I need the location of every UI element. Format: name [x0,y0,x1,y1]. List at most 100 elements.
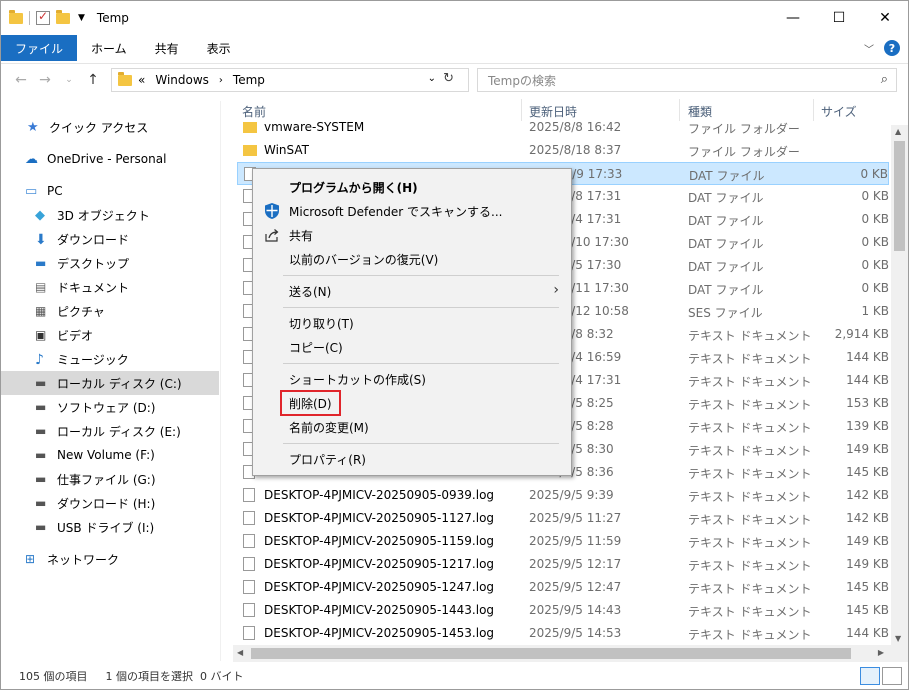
nav-item[interactable]: ▤ ドキュメント [1,275,219,299]
expand-ribbon-icon[interactable]: ﹀ [864,41,874,56]
nav-item[interactable]: ▬ New Volume (F:) [1,443,219,467]
address-bar[interactable]: « Windows › Temp ⌄ ↻ [111,68,469,92]
tab-share[interactable]: 共有 [141,35,193,61]
table-row[interactable]: WinSAT 2025/8/18 8:37 ファイル フォルダー [237,139,889,162]
maximize-button[interactable]: ☐ [816,1,862,35]
cell-type: テキスト ドキュメント [688,582,812,596]
quick-access-toolbar-dropdown-icon[interactable]: ▼ [78,13,85,23]
cell-date: 2025/8/8 16:42 [529,120,622,134]
tab-file[interactable]: ファイル [1,35,78,61]
nav-item-label: ネットワーク [47,552,120,567]
search-icon[interactable]: ⌕ [881,72,888,87]
vertical-scroll-thumb[interactable] [894,141,905,251]
menu-item[interactable]: Microsoft Defender でスキャンする... [253,199,571,223]
vertical-scrollbar[interactable]: ▲ ▼ [891,125,908,645]
cell-type: DAT ファイル [689,169,765,183]
menu-item[interactable]: 共有 [253,223,571,247]
search-input[interactable]: Tempの検索 ⌕ [477,68,897,92]
nav-item[interactable]: ▦ ピクチャ [1,299,219,323]
cell-type: テキスト ドキュメント [688,444,812,458]
table-row[interactable]: DESKTOP-4PJMICV-20250905-1217.log 2025/9/… [237,553,889,576]
menu-item[interactable]: コピー(C) [253,335,571,359]
menu-item[interactable]: プロパティ(R) [253,447,571,471]
table-row[interactable]: DESKTOP-4PJMICV-20250905-1159.log 2025/9/… [237,530,889,553]
forward-arrow-icon[interactable]: → [33,72,57,88]
up-arrow-icon[interactable]: ↑ [81,72,105,88]
cell-date: 2025/9/5 14:43 [529,603,622,617]
tab-view[interactable]: 表示 [193,35,245,61]
nav-item[interactable]: ⬇ ダウンロード [1,227,219,251]
table-row[interactable]: vmware-SYSTEM 2025/8/8 16:42 ファイル フォルダー [237,116,889,139]
nav-item[interactable]: ⊞ ネットワーク [1,547,219,571]
table-row[interactable]: DESKTOP-4PJMICV-20250905-1127.log 2025/9/… [237,507,889,530]
menu-item[interactable]: プログラムから開く(H) [253,175,571,199]
menu-item[interactable]: 名前の変更(M) [253,415,571,439]
nav-item-label: ダウンロード [57,232,130,247]
nav-item[interactable]: ▬ ローカル ディスク (E:) [1,419,219,443]
explorer-window: ▼ Temp — ☐ ✕ ファイル ホーム 共有 表示 ﹀ ? ← → ⌄ ↑ … [0,0,909,690]
address-dropdown-icon[interactable]: ⌄ [428,73,436,84]
breadcrumb-temp[interactable]: Temp [233,73,265,87]
horizontal-scrollbar[interactable]: ◀ ▶ [233,645,908,662]
help-icon[interactable]: ? [884,40,900,56]
nav-item[interactable]: ▬ 仕事ファイル (G:) [1,467,219,491]
folder-icon [243,122,257,133]
cell-size: 153 KB [846,396,889,410]
table-row[interactable]: DESKTOP-4PJMICV-20250905-1453.log 2025/9/… [237,622,889,645]
new-folder-icon[interactable] [56,9,70,24]
file-icon [243,603,255,617]
nav-item[interactable]: ▬ USB ドライブ (I:) [1,515,219,539]
nav-item-label: PC [47,184,63,198]
cell-size: 145 KB [846,465,889,479]
breadcrumb-overflow[interactable]: « [138,73,145,87]
menu-item-label: 削除(D) [289,396,332,411]
nav-item[interactable]: ▭ PC [1,179,219,203]
cell-type: ファイル フォルダー [688,122,800,136]
cell-date: 2025/9/5 14:53 [529,626,622,640]
cell-size: 2,914 KB [834,327,889,341]
properties-icon[interactable] [36,9,50,25]
recent-dropdown-icon[interactable]: ⌄ [57,75,81,85]
table-row[interactable]: DESKTOP-4PJMICV-20250905-0939.log 2025/9/… [237,484,889,507]
menu-item[interactable]: 以前のバージョンの復元(V) [253,247,571,271]
nav-item[interactable]: ▬ ローカル ディスク (C:) [1,371,219,395]
cell-size: 139 KB [846,419,889,433]
table-row[interactable]: DESKTOP-4PJMICV-20250905-1443.log 2025/9/… [237,599,889,622]
menu-item[interactable]: 切り取り(T) [253,311,571,335]
scroll-up-icon[interactable]: ▲ [895,127,901,136]
nav-item[interactable]: ▣ ビデオ [1,323,219,347]
cell-size: 145 KB [846,603,889,617]
scroll-right-icon[interactable]: ▶ [878,648,884,657]
cell-size: 0 KB [860,167,888,181]
nav-item[interactable]: ▬ ソフトウェア (D:) [1,395,219,419]
nav-item[interactable]: ▬ デスクトップ [1,251,219,275]
details-view-button[interactable] [860,667,880,685]
nav-item[interactable]: ♪ ミュージック [1,347,219,371]
menu-item[interactable]: 送る(N) › [253,279,571,303]
scroll-down-icon[interactable]: ▼ [895,634,901,643]
large-icons-view-button[interactable] [882,667,902,685]
navigation-pane: ★ クイック アクセス ☁ OneDrive - Personal ▭ PC ◆ 3D オブジ… [1,101,219,661]
menu-item[interactable]: ショートカットの作成(S) [253,367,571,391]
refresh-icon[interactable]: ↻ [443,71,454,86]
breadcrumb-chevron-icon[interactable]: › [219,75,223,86]
usb-icon: ▬ [35,520,47,534]
nav-item[interactable]: ◆ 3D オブジェクト [1,203,219,227]
tab-home[interactable]: ホーム [77,35,141,61]
back-arrow-icon[interactable]: ← [9,72,33,88]
title-bar: ▼ Temp — ☐ ✕ [1,1,908,35]
nav-item[interactable]: ☁ OneDrive - Personal [1,147,219,171]
cell-size: 1 KB [861,304,889,318]
table-row[interactable]: DESKTOP-4PJMICV-20250905-1247.log 2025/9/… [237,576,889,599]
minimize-button[interactable]: — [770,1,816,35]
scroll-left-icon[interactable]: ◀ [237,648,243,657]
horizontal-scroll-thumb[interactable] [251,648,851,659]
menu-item[interactable]: 削除(D) [253,391,571,415]
cell-name: DESKTOP-4PJMICV-20250905-1127.log [264,511,495,525]
breadcrumb-windows[interactable]: Windows [155,73,209,87]
nav-item[interactable]: ▬ ダウンロード (H:) [1,491,219,515]
share-icon [263,226,281,244]
close-button[interactable]: ✕ [862,1,908,35]
nav-item[interactable]: ★ クイック アクセス [1,115,219,139]
picture-icon: ▦ [35,304,47,318]
